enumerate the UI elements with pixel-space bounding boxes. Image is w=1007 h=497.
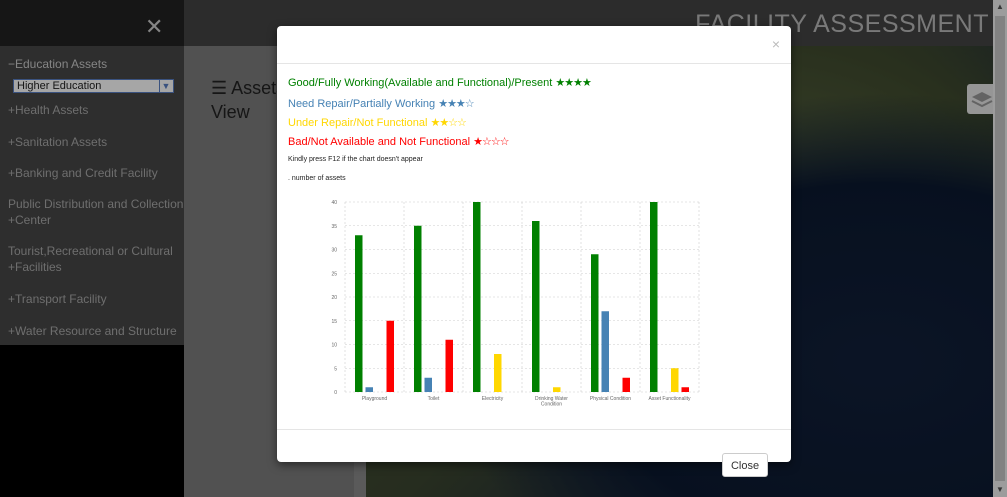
- y-tick-label: 35: [331, 224, 337, 230]
- chart-note: Kindly press F12 if the chart doesn't ap…: [288, 156, 423, 163]
- x-tick-label: Electricity: [482, 396, 504, 402]
- legend-bad-text: Bad/Not Available and Not Functional: [288, 136, 471, 148]
- legend-under-repair-text: Under Repair/Not Functional: [288, 117, 428, 129]
- bar: [622, 377, 630, 392]
- legend-good: Good/Fully Working(Available and Functio…: [288, 76, 592, 89]
- legend-need-repair-text: Need Repair/Partially Working: [288, 98, 436, 110]
- bar: [650, 202, 658, 392]
- chart-modal: × Good/Fully Working(Available and Funct…: [277, 26, 791, 462]
- x-tick-label: Playground: [362, 396, 388, 402]
- bar: [445, 339, 453, 392]
- x-tick-label: Condition: [541, 402, 562, 408]
- bar-chart: 0 5 10 15 20 25 30 35 40 Playground Toilet Electric…: [331, 200, 700, 408]
- y-tick-label: 15: [331, 319, 337, 325]
- bar: [681, 387, 689, 392]
- bar: [386, 320, 394, 392]
- modal-close-icon[interactable]: ×: [772, 36, 780, 52]
- bar: [473, 202, 481, 392]
- y-tick-label: 5: [334, 366, 337, 372]
- chart-subnote: . number of assets: [288, 175, 346, 182]
- legend-good-text: Good/Fully Working(Available and Functio…: [288, 77, 553, 89]
- legend-need-repair: Need Repair/Partially Working ★★★☆: [288, 97, 475, 110]
- bar: [414, 225, 422, 392]
- star-icon: ★★★☆: [438, 98, 474, 110]
- y-tick-label: 40: [331, 200, 337, 206]
- bar: [355, 235, 363, 392]
- x-tick-label: Toilet: [428, 396, 440, 402]
- bar: [591, 254, 599, 392]
- y-tick-label: 20: [331, 295, 337, 301]
- legend-under-repair: Under Repair/Not Functional ★★☆☆: [288, 116, 467, 129]
- star-icon: ★☆☆☆: [473, 136, 509, 148]
- close-button[interactable]: Close: [722, 453, 768, 477]
- legend-bad: Bad/Not Available and Not Functional ★☆☆…: [288, 135, 510, 148]
- bar: [671, 368, 679, 392]
- y-tick-label: 25: [331, 271, 337, 277]
- x-tick-label: Asset Functionality: [649, 396, 691, 402]
- y-tick-label: 0: [334, 390, 337, 396]
- bar: [424, 377, 432, 392]
- star-icon: ★★★★: [555, 77, 591, 89]
- y-tick-label: 30: [331, 248, 337, 254]
- bar: [601, 311, 609, 392]
- bar: [494, 354, 502, 392]
- divider: [277, 429, 791, 430]
- x-tick-label: Physical Condition: [590, 396, 631, 402]
- bar: [553, 387, 561, 392]
- y-tick-label: 10: [331, 343, 337, 349]
- bar: [532, 221, 540, 392]
- bar: [365, 387, 373, 392]
- divider: [277, 63, 791, 64]
- star-icon: ★★☆☆: [430, 117, 466, 129]
